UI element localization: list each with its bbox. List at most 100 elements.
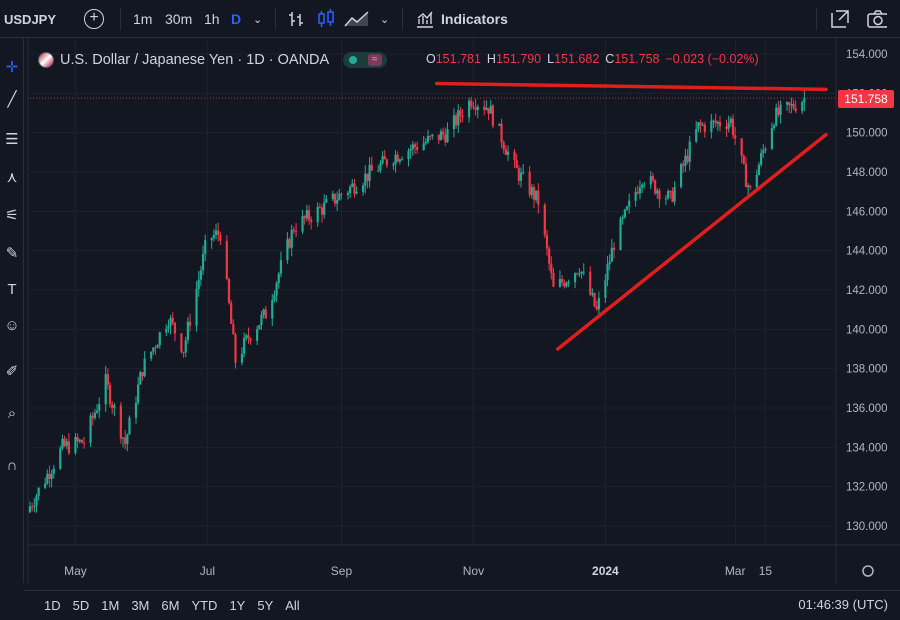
plus-circle-icon[interactable]: +: [84, 9, 104, 29]
candle-body: [396, 154, 399, 162]
candle-body: [777, 107, 780, 115]
range-1m[interactable]: 1M: [95, 598, 125, 613]
bar-chart-icon[interactable]: [288, 10, 306, 28]
candle-body: [50, 473, 53, 479]
x-tick-label: May: [64, 564, 87, 578]
chart-title[interactable]: U.S. Dollar / Japanese Yen · 1D · OANDA: [60, 52, 329, 68]
candle-body: [682, 164, 685, 166]
range-1d[interactable]: 1D: [38, 598, 67, 613]
chevron-down-icon[interactable]: ⌄: [253, 0, 262, 38]
candle-body: [379, 163, 382, 171]
candle-body: [128, 417, 131, 435]
bottom-toolbar: 1D 5D 1M 3M 6M YTD 1Y 5Y All 01:46:39 (U…: [24, 590, 900, 620]
candles-icon[interactable]: [317, 9, 337, 29]
candle-body: [519, 172, 523, 181]
candle-body: [634, 191, 637, 201]
candle-body: [409, 149, 412, 151]
candle-body: [770, 128, 774, 149]
candle-body: [714, 120, 717, 124]
candle-body: [801, 102, 804, 112]
range-1y[interactable]: 1Y: [223, 598, 251, 613]
price-chart[interactable]: 130.000 132.000 134.000 136.000 138.000 140.0…: [0, 38, 900, 583]
candle-body: [256, 329, 259, 341]
candle-body: [80, 439, 84, 443]
interval-1h[interactable]: 1h: [204, 0, 220, 38]
range-5y[interactable]: 5Y: [251, 598, 279, 613]
candle-body: [697, 122, 700, 130]
candle-body: [794, 108, 797, 112]
price-axis: 130.000 132.000 134.000 136.000 138.000 140.0…: [846, 49, 888, 533]
candle-body: [195, 288, 198, 326]
candle-body: [204, 240, 207, 254]
candle-body: [749, 185, 752, 188]
candle-body: [277, 273, 280, 284]
candle-body: [688, 141, 691, 162]
candle-body: [619, 218, 622, 250]
chevron-down-icon[interactable]: ⌄: [380, 0, 389, 38]
top-toolbar: USDJPY + 1m 30m 1h D ⌄ ⌄ Indicators: [0, 0, 900, 38]
candle-body: [98, 404, 101, 411]
ohlc-value-close: 151.758: [614, 52, 660, 66]
utc-clock[interactable]: 01:46:39 (UTC): [798, 597, 888, 612]
candle-body: [240, 353, 244, 363]
ohlc-change: −0.023 (−0.02%): [665, 52, 759, 66]
candle-body: [487, 107, 490, 114]
candle-body: [346, 192, 350, 195]
candle-body: [59, 448, 62, 469]
candle-body: [364, 173, 367, 186]
gear-icon[interactable]: [862, 565, 874, 577]
candle-body: [442, 131, 445, 135]
candle-body: [612, 247, 616, 250]
interval-d[interactable]: D: [231, 0, 241, 38]
toolbar-divider: [120, 8, 121, 30]
candle-body: [476, 106, 479, 110]
x-tick-label: Nov: [463, 564, 484, 578]
area-chart-icon[interactable]: [344, 10, 370, 28]
interval-1m[interactable]: 1m: [133, 0, 152, 38]
candle-body: [106, 374, 109, 385]
camera-icon[interactable]: [867, 9, 887, 29]
range-3m[interactable]: 3M: [125, 598, 155, 613]
range-5d[interactable]: 5D: [67, 598, 96, 613]
candle-body: [351, 183, 354, 187]
candle-body: [307, 210, 311, 220]
candle-body: [158, 332, 161, 346]
candle-body: [124, 437, 127, 445]
indicators-button[interactable]: Indicators: [441, 0, 508, 38]
candle-body: [522, 171, 525, 173]
interval-30m[interactable]: 30m: [165, 0, 192, 38]
candle-body: [517, 168, 520, 181]
candle-body: [666, 191, 670, 199]
candle-body: [457, 110, 460, 126]
candle-body: [286, 239, 289, 261]
candle-body: [563, 282, 566, 287]
candle-body: [452, 115, 456, 130]
candle-body: [325, 198, 328, 203]
indicators-icon[interactable]: [416, 10, 434, 28]
candle-series: [28, 89, 806, 514]
range-6m[interactable]: 6M: [155, 598, 185, 613]
candle-body: [489, 105, 492, 114]
candle-body: [232, 323, 235, 335]
candle-body: [604, 279, 607, 298]
market-status-badge[interactable]: ≈: [343, 52, 388, 68]
candle-body: [392, 164, 395, 166]
candle-body: [483, 106, 486, 110]
candle-body: [169, 317, 172, 327]
candle-body: [610, 247, 613, 262]
range-ytd[interactable]: YTD: [185, 598, 223, 613]
symbol-search-button[interactable]: USDJPY: [4, 0, 56, 38]
candle-body: [532, 187, 536, 200]
candle-body: [35, 496, 38, 506]
candle-body: [695, 129, 698, 142]
candle-body: [301, 216, 304, 232]
fullscreen-icon[interactable]: [830, 9, 850, 29]
toolbar-divider: [402, 8, 403, 30]
wave-icon: ≈: [367, 54, 382, 66]
candle-body: [152, 347, 155, 352]
range-all[interactable]: All: [279, 598, 305, 613]
x-tick-label: 15: [759, 564, 773, 578]
candle-body: [608, 261, 611, 265]
candle-body: [331, 193, 334, 199]
candle-body: [625, 206, 629, 210]
